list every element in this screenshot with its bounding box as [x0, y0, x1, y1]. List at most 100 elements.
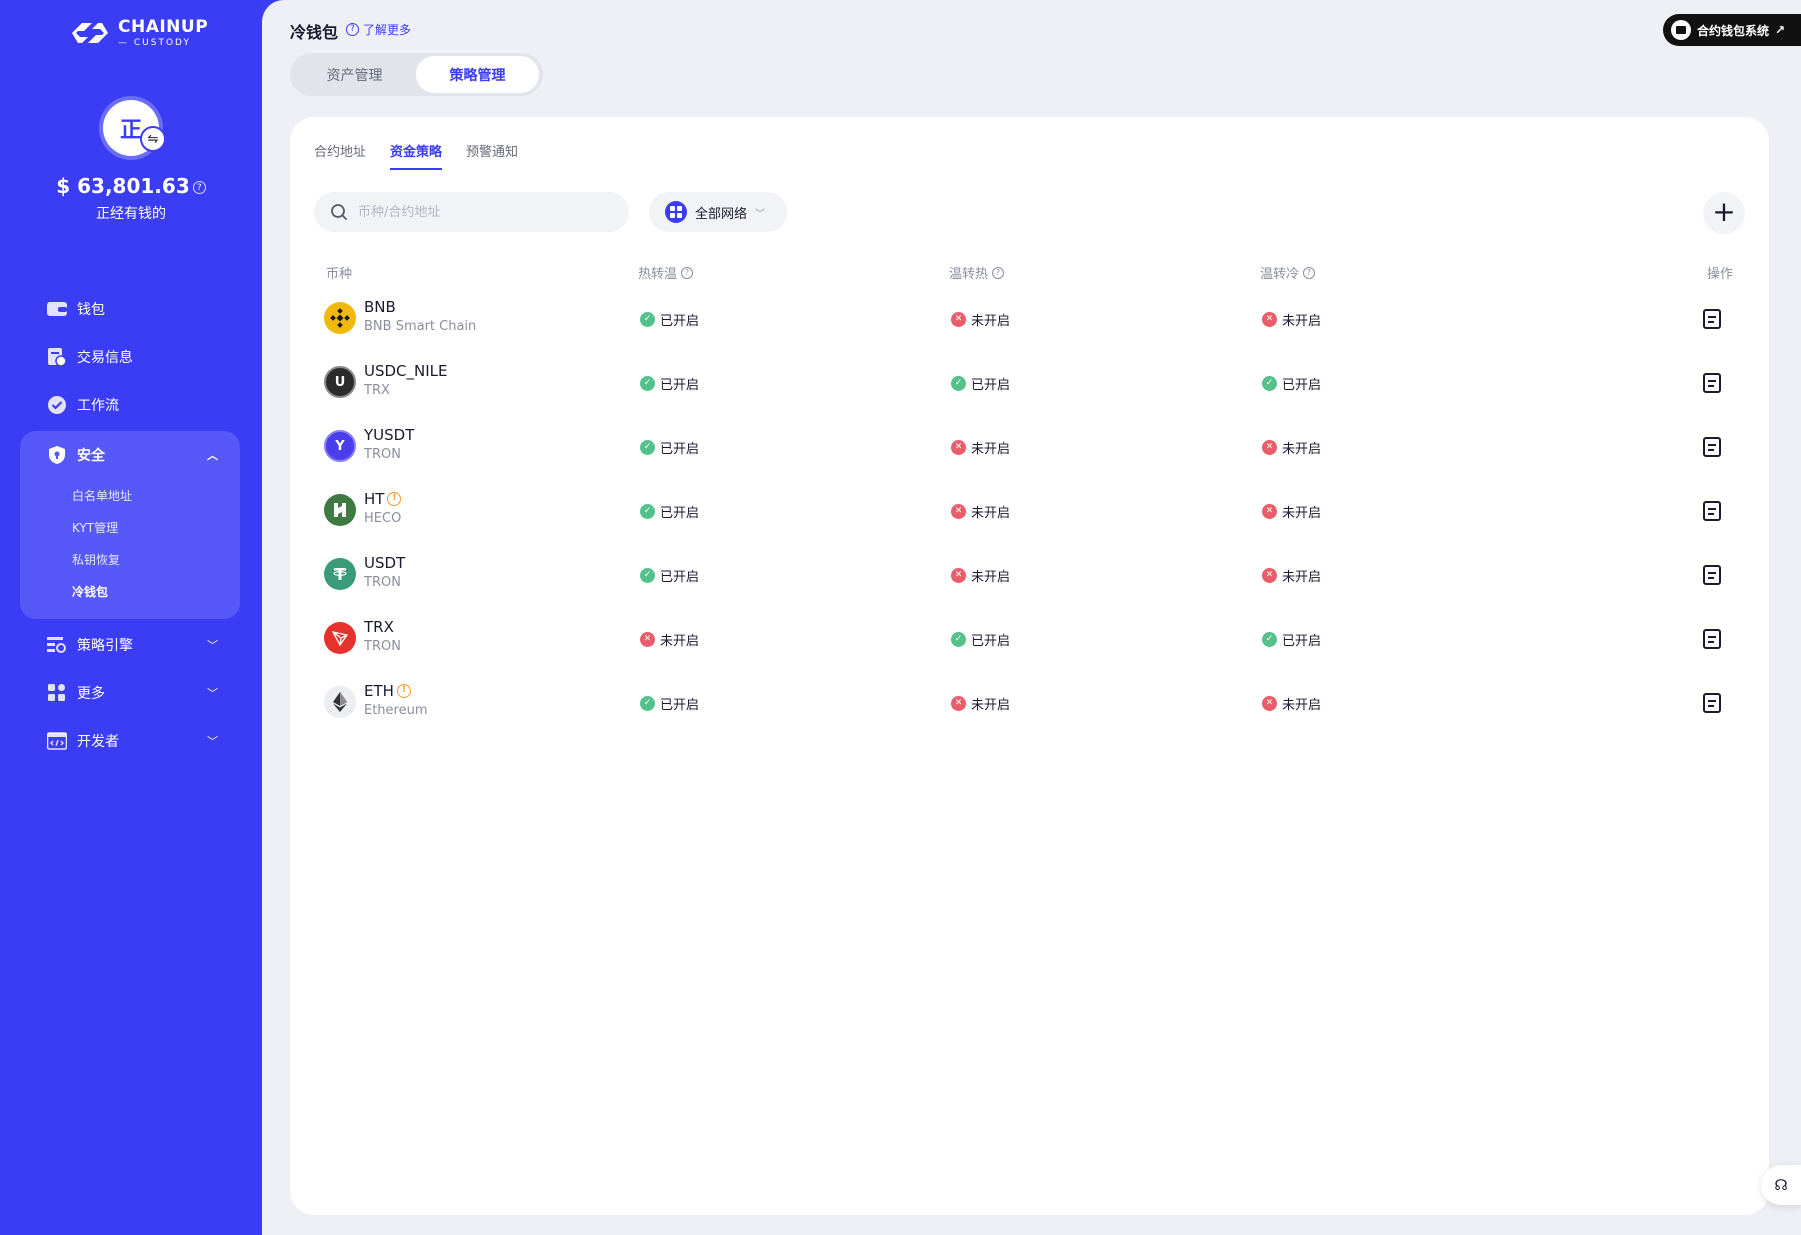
- chevron-down-icon: ﹀: [207, 687, 218, 700]
- trx-icon: [324, 622, 356, 654]
- sidebar-subitem-cold-wallet[interactable]: 冷钱包: [20, 575, 240, 607]
- tab-asset-management[interactable]: 资产管理: [293, 56, 416, 93]
- plus-icon: +: [1712, 195, 1736, 228]
- contract-wallet-system-button[interactable]: 合约钱包系统 ↗: [1663, 14, 1801, 46]
- bnb-icon: [324, 302, 356, 334]
- edit-strategy-icon[interactable]: [1703, 565, 1721, 585]
- chainup-logo[interactable]: CHAINUP — CUSTODY: [68, 18, 208, 48]
- strategy-icon: [47, 635, 67, 655]
- close-icon: ✕: [640, 632, 655, 647]
- tab-strategy-management[interactable]: 策略管理: [416, 56, 539, 93]
- status-badge: ✕ 未开启: [640, 630, 699, 649]
- help-icon[interactable]: ?: [1303, 266, 1316, 279]
- edit-strategy-icon[interactable]: [1703, 373, 1721, 393]
- column-header-label: 热转温: [638, 267, 678, 282]
- wallet-icon: [47, 299, 67, 319]
- workflow-icon: [47, 395, 67, 415]
- column-header-warm-to-cold: 温转冷?: [1260, 263, 1316, 282]
- close-icon: ✕: [1262, 440, 1277, 455]
- check-icon: ✓: [1262, 632, 1277, 647]
- status-text: 未开启: [660, 634, 700, 649]
- help-icon[interactable]: ?: [992, 266, 1005, 279]
- status-badge: ✕ 未开启: [1262, 502, 1321, 521]
- tab-fund-strategy[interactable]: 资金策略: [390, 141, 443, 170]
- status-text: 已开启: [660, 506, 700, 521]
- sidebar: CHAINUP — CUSTODY 正 ⇋ $ 63,801.63? 正经有钱的…: [0, 0, 262, 1235]
- edit-strategy-icon[interactable]: [1703, 309, 1721, 329]
- coin-name: YUSDT: [364, 426, 414, 444]
- page-title: 冷钱包: [290, 23, 339, 42]
- wallet-system-icon: [1671, 20, 1691, 40]
- status-badge: ✕ 未开启: [951, 438, 1010, 457]
- sidebar-item-transactions[interactable]: 交易信息: [20, 333, 240, 381]
- chevron-down-icon: ﹀: [207, 735, 218, 748]
- status-badge: ✓ 已开启: [951, 630, 1010, 649]
- edit-strategy-icon[interactable]: [1703, 629, 1721, 649]
- check-icon: ✓: [1262, 376, 1277, 391]
- sidebar-subitem-key-recovery[interactable]: 私钥恢复: [20, 543, 240, 575]
- sidebar-item-more[interactable]: 更多 ﹀: [20, 669, 240, 717]
- status-badge: ✓ 已开启: [640, 694, 699, 713]
- learn-more-link[interactable]: ? 了解更多: [346, 21, 411, 38]
- status-badge: ✓ 已开启: [640, 566, 699, 585]
- coin-symbol: ETH: [364, 682, 394, 700]
- help-icon: ?: [346, 23, 359, 36]
- check-icon: ✓: [640, 696, 655, 711]
- sidebar-subitem-kyt[interactable]: KYT管理: [20, 511, 240, 543]
- coin-chain: TRON: [364, 447, 401, 462]
- coin-symbol: TRX: [364, 618, 394, 636]
- status-text: 未开启: [1282, 314, 1322, 329]
- switch-account-icon[interactable]: ⇋: [140, 126, 166, 152]
- network-select[interactable]: 全部网络 ﹀: [649, 192, 787, 232]
- coin-name: USDT: [364, 554, 405, 572]
- sidebar-subitem-whitelist[interactable]: 白名单地址: [20, 479, 240, 511]
- sidebar-item-developer[interactable]: 开发者 ﹀: [20, 717, 240, 765]
- sidebar-item-wallet[interactable]: 钱包: [20, 285, 240, 333]
- coin-name: HT!: [364, 490, 402, 508]
- coin-name: TRX: [364, 618, 394, 636]
- column-header-label: 温转热: [949, 267, 989, 282]
- sidebar-item-security[interactable]: 安全 ︿: [20, 431, 240, 479]
- search-input[interactable]: [358, 204, 598, 220]
- edit-strategy-icon[interactable]: [1703, 437, 1721, 457]
- table-row: Y YUSDT TRON ✓ 已开启 ✕ 未开启 ✕ 未开启: [290, 416, 1769, 480]
- close-icon: ✕: [951, 504, 966, 519]
- headset-icon: ☊: [1774, 1176, 1788, 1194]
- table-row: HT! HECO ✓ 已开启 ✕ 未开启 ✕ 未开启: [290, 480, 1769, 544]
- table-row: TRX TRON ✕ 未开启 ✓ 已开启 ✓ 已开启: [290, 608, 1769, 672]
- edit-strategy-icon[interactable]: [1703, 693, 1721, 713]
- sidebar-item-workflow[interactable]: 工作流: [20, 381, 240, 429]
- status-text: 未开启: [1282, 570, 1322, 585]
- tab-contract-address[interactable]: 合约地址: [314, 141, 366, 170]
- ht-icon: [324, 494, 356, 526]
- sidebar-group-security: 安全 ︿ 白名单地址 KYT管理 私钥恢复 冷钱包: [20, 431, 240, 619]
- account-avatar-area[interactable]: 正 ⇋: [103, 100, 166, 156]
- chainup-logo-icon: [72, 23, 108, 43]
- status-badge: ✕ 未开启: [951, 694, 1010, 713]
- sidebar-nav: 钱包 交易信息 工作流 安全 ︿ 白名单地址 KYT管理 私钥恢复 冷钱包 策略…: [20, 285, 240, 765]
- sidebar-item-strategy-engine[interactable]: 策略引擎 ﹀: [20, 621, 240, 669]
- network-select-value: 全部网络: [695, 206, 748, 222]
- warning-icon[interactable]: !: [396, 684, 411, 698]
- status-text: 已开启: [1282, 634, 1322, 649]
- tab-alert-notification[interactable]: 预警通知: [466, 141, 518, 170]
- coin-symbol: HT: [364, 490, 385, 508]
- contract-wallet-system-label: 合约钱包系统: [1697, 23, 1770, 38]
- balance-value: $ 63,801.63: [56, 174, 190, 198]
- status-text: 已开启: [971, 378, 1011, 393]
- table-row: ETH! Ethereum ✓ 已开启 ✕ 未开启 ✕ 未开启: [290, 672, 1769, 736]
- balance-help-icon[interactable]: ?: [192, 181, 206, 194]
- help-icon[interactable]: ?: [681, 266, 694, 279]
- edit-strategy-icon[interactable]: [1703, 501, 1721, 521]
- sidebar-item-label: 更多: [77, 686, 105, 702]
- chevron-up-icon: ︿: [207, 449, 218, 462]
- customer-support-button[interactable]: ☊: [1761, 1165, 1801, 1205]
- status-badge: ✓ 已开启: [640, 502, 699, 521]
- check-icon: ✓: [640, 440, 655, 455]
- coin-symbol: BNB: [364, 298, 396, 316]
- add-strategy-button[interactable]: +: [1703, 192, 1745, 234]
- close-icon: ✕: [951, 440, 966, 455]
- coin-symbol: USDC_NILE: [364, 362, 448, 380]
- warning-icon[interactable]: !: [387, 492, 402, 506]
- column-header-label: 操作: [1706, 267, 1733, 282]
